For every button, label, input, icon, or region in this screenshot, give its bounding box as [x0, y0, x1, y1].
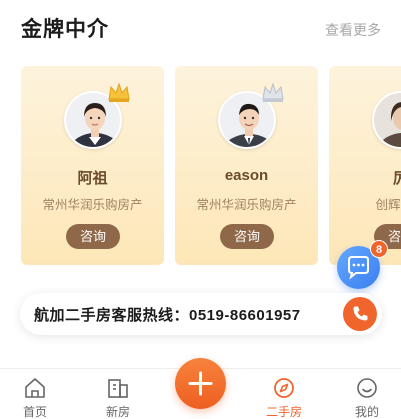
hotline-bar[interactable]: 航加二手房客服热线：0519-86601957 [20, 293, 382, 335]
agent-card[interactable]: 阿祖 常州华润乐购房产 咨询 [21, 66, 164, 265]
call-button[interactable] [343, 297, 377, 331]
tab-label: 新房 [105, 405, 130, 419]
tab-second-hand[interactable]: 二手房 [254, 369, 314, 419]
tab-mine[interactable]: 我的 [337, 369, 397, 419]
agent-name: 厉 [392, 170, 401, 187]
agent-card[interactable]: eason 常州华润乐购房产 咨询 [175, 66, 318, 265]
phone-icon [353, 306, 368, 321]
agent-name: 阿祖 [77, 170, 108, 187]
avatar [372, 91, 401, 149]
agent-company: 常州华润乐购房产 [42, 198, 143, 212]
agent-carousel[interactable]: 阿祖 常州华润乐购房产 咨询 eason 常州华润乐购房产 咨询 厉 创辉 咨 [0, 66, 401, 266]
view-more-link[interactable]: 查看更多 [325, 20, 381, 40]
compass-icon [274, 378, 294, 398]
consult-button[interactable]: 咨询 [66, 224, 120, 249]
smile-icon [357, 378, 377, 398]
agent-avatar-wrapper [372, 91, 401, 149]
tab-new-house[interactable]: 新房 [88, 369, 148, 419]
building-icon [108, 379, 128, 398]
agent-avatar-wrapper [218, 82, 284, 149]
agent-name: eason [224, 167, 269, 184]
tab-label: 我的 [354, 405, 379, 419]
section-title: 金牌中介 [21, 18, 109, 41]
tab-label: 首页 [22, 405, 47, 419]
agent-company: 创辉房产 [375, 198, 401, 212]
crown-icon [262, 82, 284, 102]
publish-button[interactable] [175, 358, 226, 409]
hotline-text: 航加二手房客服热线：0519-86601957 [34, 307, 301, 324]
agent-company: 常州华润乐购房产 [196, 198, 297, 212]
unread-badge: 8 [370, 240, 388, 258]
agent-avatar-wrapper [64, 82, 130, 149]
consult-button[interactable]: 咨询 [220, 224, 274, 249]
home-icon [25, 378, 45, 398]
agent-card[interactable]: 厉 创辉房产 咨询 [329, 66, 401, 265]
section-header: 金牌中介 查看更多 [0, 0, 401, 58]
tab-label: 二手房 [265, 405, 302, 419]
tab-home[interactable]: 首页 [5, 369, 65, 419]
plus-icon [188, 371, 213, 396]
crown-icon [108, 82, 130, 102]
